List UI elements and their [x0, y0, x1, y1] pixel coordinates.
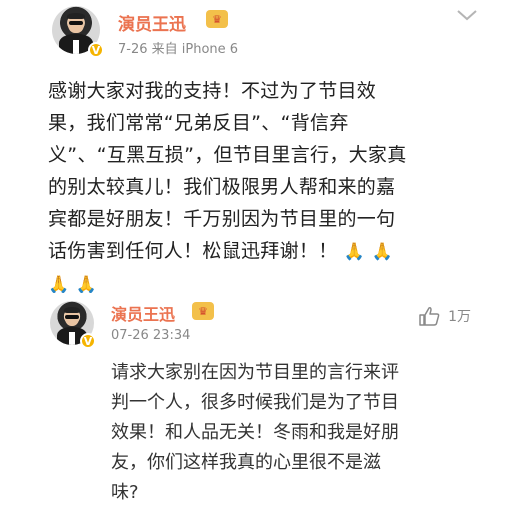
comment-item[interactable]: V 演员王迅 ♛ 07-26 23:34 1万 请求大家别在因为节目里的言行来评…	[0, 293, 511, 513]
chevron-down-icon[interactable]	[455, 6, 479, 24]
post-body: 感谢大家对我的支持！不过为了节目效 果，我们常常“兄弟反目”、“背信弃 义”、“…	[0, 68, 511, 295]
comment-text-line: 效果！和人品无关！冬雨和我是好朋	[111, 422, 399, 443]
praying-hands-icon: 🙏	[371, 242, 394, 262]
crown-badge-icon: ♛	[206, 10, 228, 28]
like-count: 1万	[448, 309, 471, 325]
comment-text-line: 判一个人，很多时候我们是为了节目	[111, 392, 399, 413]
post-text-line: 的别太较真儿！我们极限男人帮和来的嘉	[48, 176, 396, 198]
post-text-line: 话伤害到任何人！松鼠迅拜谢！！ 🙏 🙏	[48, 235, 494, 268]
verified-v-icon: V	[88, 42, 104, 58]
comment-text-line: 友，你们这样我真的心里很不是滋	[111, 452, 381, 473]
like-button[interactable]: 1万	[418, 306, 471, 326]
post-text-line: 果，我们常常“兄弟反目”、“背信弃	[48, 112, 349, 134]
post-text-line: 感谢大家对我的支持！不过为了节目效	[48, 80, 377, 102]
crown-badge-icon: ♛	[192, 302, 214, 320]
thumbs-up-icon	[419, 307, 440, 326]
comment-text: 请求大家别在因为节目里的言行来评 判一个人，很多时候我们是为了节目 效果！和人品…	[111, 358, 491, 508]
comment-text-line: 味?	[111, 482, 139, 503]
comment-text-line: 请求大家别在因为节目里的言行来评	[111, 362, 399, 383]
post-header: V 演员王迅 ♛ 7-26 来自 iPhone 6	[0, 0, 511, 68]
verified-v-icon: V	[80, 333, 96, 349]
post-author-name[interactable]: 演员王迅	[118, 10, 186, 35]
comment-author-name[interactable]: 演员王迅	[111, 301, 175, 325]
post-text-line-content: 话伤害到任何人！松鼠迅拜谢！！	[48, 240, 338, 262]
comment-time: 07-26 23:34	[111, 328, 191, 343]
post-text: 感谢大家对我的支持！不过为了节目效 果，我们常常“兄弟反目”、“背信弃 义”、“…	[48, 75, 494, 301]
post-meta: 7-26 来自 iPhone 6	[118, 42, 239, 57]
praying-hands-icon: 🙏	[343, 242, 366, 262]
post-text-line: 义”、“互黑互损”，但节目里言行，大家真	[48, 144, 407, 166]
weibo-card: V 演员王迅 ♛ 7-26 来自 iPhone 6 感谢大家对我的支持！不过为了…	[0, 0, 511, 513]
post-text-line: 宾都是好朋友！千万别因为节目里的一句	[48, 208, 396, 230]
